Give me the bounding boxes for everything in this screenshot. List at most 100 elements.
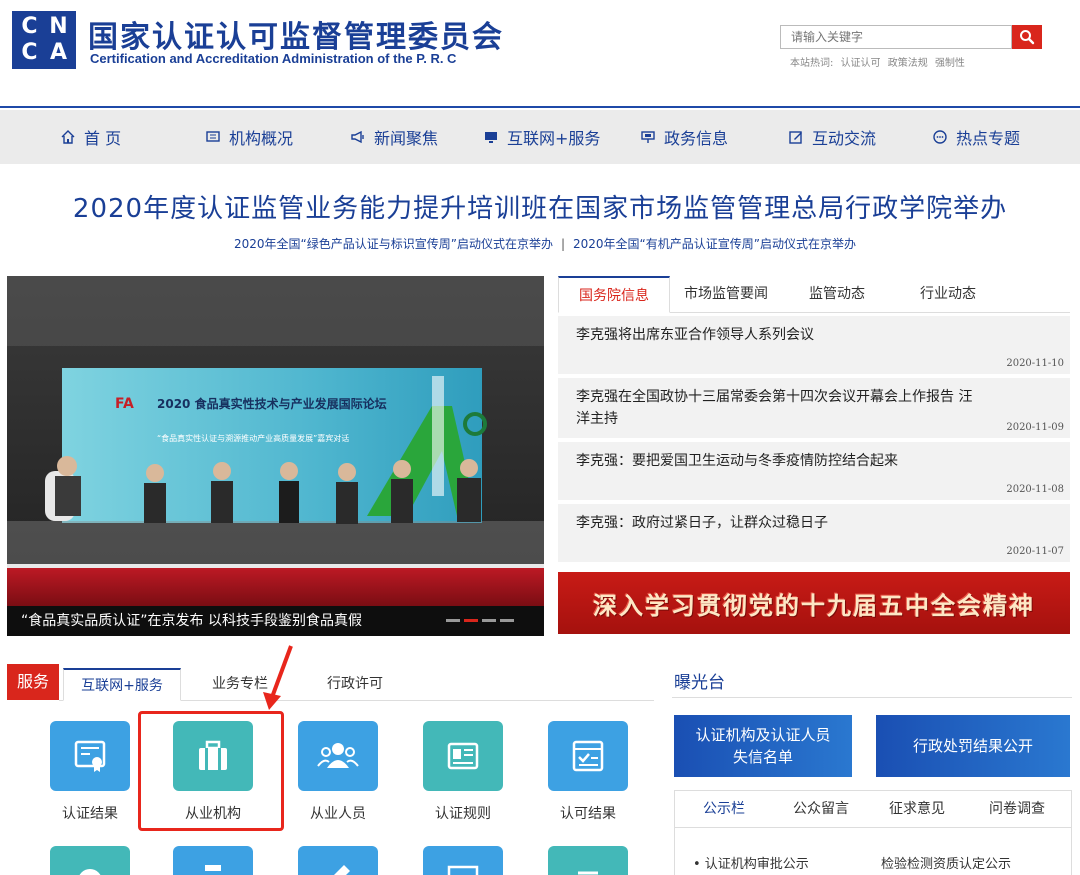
tab-notice[interactable]: 公示栏 <box>683 791 765 827</box>
news-item[interactable]: 李克强：要把爱国卫生运动与冬季疫情防控结合起来 2020-11-08 <box>558 442 1070 500</box>
sign-icon <box>640 129 656 145</box>
search-input[interactable] <box>780 25 1012 49</box>
slider-dot-active[interactable] <box>464 619 478 622</box>
separator: | <box>560 237 566 251</box>
news-title: 李克强在全国政协十三届常委会第十四次会议开幕会上作报告 汪洋主持 <box>576 389 973 427</box>
nav-hot-topics[interactable]: 热点专题 <box>932 110 1020 164</box>
forum-photo: FA 2020 食品真实性技术与产业发展国际论坛 “食品真实性认证与溯源推动产业… <box>7 276 544 636</box>
search-bar <box>780 25 1042 51</box>
hot-words-label: 本站热词: <box>790 58 834 69</box>
nav-interaction[interactable]: 互动交流 <box>788 110 876 164</box>
sub-headline-link[interactable]: 2020年全国“有机产品认证宣传周”启动仪式在京举办 <box>573 237 856 251</box>
nav-about[interactable]: 机构概况 <box>205 110 293 164</box>
logo-letter: C <box>21 14 38 39</box>
megaphone-icon <box>350 129 366 145</box>
nav-label: 热点专题 <box>956 129 1021 148</box>
cnca-logo[interactable]: C N C A <box>12 11 76 69</box>
service-practitioners[interactable]: 从业人员 <box>288 721 388 823</box>
service-name: 从业人员 <box>310 806 366 822</box>
service-cert-rules[interactable]: 认证规则 <box>413 721 513 823</box>
site-title-cn: 国家认证认可监督管理委员会 <box>88 20 504 55</box>
logo-letter: N <box>49 14 68 39</box>
study-banner[interactable]: 深入学习贯彻党的十九届五中全会精神 <box>558 572 1070 634</box>
penalty-results-banner[interactable]: 行政处罚结果公开 <box>876 715 1070 777</box>
id-card-icon <box>423 721 503 791</box>
chat-icon <box>932 129 948 145</box>
hot-words: 本站热词: 认证认可 政策法规 强制性 <box>790 54 969 69</box>
service-name: 从业机构 <box>185 806 241 822</box>
slider-dot[interactable] <box>482 619 496 622</box>
sub-headline-link[interactable]: 2020年全国“绿色产品认证与标识宣传周”启动仪式在京举办 <box>234 237 553 251</box>
briefcase-icon <box>173 721 253 791</box>
slider-dot[interactable] <box>446 619 460 622</box>
service-section: 服务 互联网+服务 业务专栏 行政许可 认证结果 从业机构 从业人员 认证规则 … <box>7 645 654 875</box>
headline-title[interactable]: 2020年度认证监管业务能力提升培训班在国家市场监管管理总局行政学院举办 <box>0 188 1080 225</box>
discredit-list-banner[interactable]: 认证机构及认证人员 失信名单 <box>674 715 852 777</box>
search-button[interactable] <box>1012 25 1042 49</box>
chart-icon[interactable] <box>50 846 130 875</box>
main-nav: 首 页 机构概况 新闻聚焦 互联网+服务 政务信息 互动交流 热点专题 <box>0 110 1080 164</box>
news-title: 李克强：政府过紧日子，让群众过稳日子 <box>576 515 828 531</box>
news-title: 李克强将出席东亚合作领导人系列会议 <box>576 327 814 343</box>
tab-supervision[interactable]: 监管动态 <box>782 276 892 313</box>
tab-public-message[interactable]: 公众留言 <box>775 791 867 827</box>
scene-title: 2020 食品真实性技术与产业发展国际论坛 <box>157 396 387 411</box>
tab-admin-license[interactable]: 行政许可 <box>299 668 411 701</box>
news-item[interactable]: 李克强在全国政协十三届常委会第十四次会议开幕会上作报告 汪洋主持 2020-11… <box>558 378 1070 438</box>
window-icon[interactable] <box>423 846 503 875</box>
hot-word-link[interactable]: 认证认可 <box>841 58 881 69</box>
news-date: 2020-11-10 <box>1006 358 1064 369</box>
nav-news[interactable]: 新闻聚焦 <box>350 110 438 164</box>
scene-logo: FA <box>115 396 134 412</box>
service-name: 认证结果 <box>62 806 118 822</box>
banner-text: 认证机构及认证人员 <box>695 726 831 744</box>
news-tabs: 国务院信息 市场监管要闻 监管动态 行业动态 <box>558 276 1070 313</box>
service-accredit-results[interactable]: 认可结果 <box>538 721 638 823</box>
tab-internet-service[interactable]: 互联网+服务 <box>63 668 181 701</box>
logo-letter: A <box>49 40 68 65</box>
nav-home[interactable]: 首 页 <box>60 110 121 164</box>
list-icon[interactable] <box>548 846 628 875</box>
exposure-title: 曝光台 <box>674 673 725 693</box>
banner-text: 失信名单 <box>732 748 793 766</box>
tab-survey[interactable]: 问卷调查 <box>969 791 1065 827</box>
tab-industry[interactable]: 行业动态 <box>892 276 1004 313</box>
edit-icon <box>788 129 804 145</box>
service-label: 服务 <box>7 664 59 700</box>
news-title: 李克强：要把爱国卫生运动与冬季疫情防控结合起来 <box>576 453 898 469</box>
news-date: 2020-11-08 <box>1006 484 1064 495</box>
notice-box: 公示栏 公众留言 征求意见 问卷调查 • 认证机构审批公示 检验检测资质认定公示 <box>674 790 1072 875</box>
tab-state-council[interactable]: 国务院信息 <box>558 276 670 313</box>
divider <box>675 827 1071 828</box>
certificate-icon <box>50 721 130 791</box>
clipboard-icon[interactable] <box>173 846 253 875</box>
nav-gov-info[interactable]: 政务信息 <box>640 110 728 164</box>
image-slider[interactable]: FA 2020 食品真实性技术与产业发展国际论坛 “食品真实性认证与溯源推动产业… <box>7 276 544 636</box>
monitor-icon <box>205 129 221 145</box>
news-item[interactable]: 李克强：政府过紧日子，让群众过稳日子 2020-11-07 <box>558 504 1070 562</box>
tab-consultation[interactable]: 征求意见 <box>871 791 963 827</box>
nav-label: 新闻聚焦 <box>374 129 439 148</box>
tab-market-news[interactable]: 市场监管要闻 <box>670 276 782 313</box>
hot-word-link[interactable]: 政策法规 <box>888 58 928 69</box>
pen-icon[interactable] <box>298 846 378 875</box>
site-title-en: Certification and Accreditation Administ… <box>90 51 457 66</box>
red-arrow-annotation <box>263 645 293 710</box>
banner-text: 行政处罚结果公开 <box>912 737 1033 755</box>
hot-word-link[interactable]: 强制性 <box>935 58 965 69</box>
nav-internet-service[interactable]: 互联网+服务 <box>483 110 600 164</box>
list-item[interactable]: 检验检测资质认定公示 <box>881 853 1011 872</box>
news-date: 2020-11-09 <box>1006 422 1064 433</box>
news-item[interactable]: 李克强将出席东亚合作领导人系列会议 2020-11-10 <box>558 316 1070 374</box>
site-header: C N C A 国家认证认可监督管理委员会 Certification and … <box>0 0 1080 108</box>
nav-label: 政务信息 <box>664 129 729 148</box>
nav-label: 机构概况 <box>229 129 294 148</box>
sub-headlines: 2020年全国“绿色产品认证与标识宣传周”启动仪式在京举办 | 2020年全国“有机… <box>0 235 1080 252</box>
slider-dot[interactable] <box>500 619 514 622</box>
home-icon <box>60 129 76 145</box>
service-cert-results[interactable]: 认证结果 <box>40 721 140 823</box>
news-date: 2020-11-07 <box>1006 546 1064 557</box>
service-practitioner-orgs[interactable]: 从业机构 <box>163 721 263 823</box>
list-item[interactable]: • 认证机构审批公示 <box>693 853 881 872</box>
slider-dots <box>446 619 514 622</box>
